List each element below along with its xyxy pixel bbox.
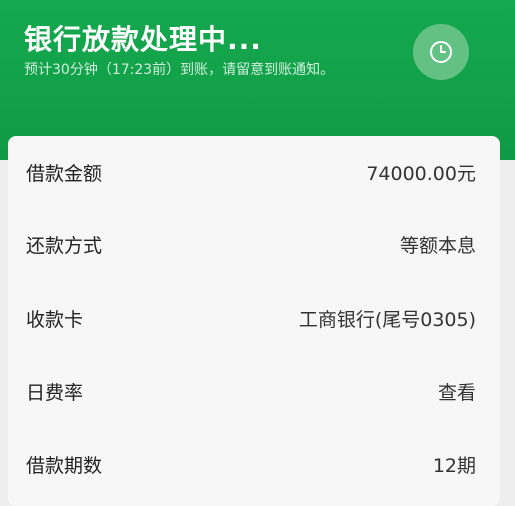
receiving-card-label: 收款卡 (26, 308, 84, 331)
loan-details-card: 借款金额 74000.00元 还款方式 等额本息 收款卡 工商银行(尾号0305… (8, 136, 500, 506)
daily-rate-view-link[interactable]: 查看 (438, 378, 476, 405)
page-title: 银行放款处理中... (24, 23, 262, 56)
loan-amount-row: 借款金额 74000.00元 (26, 152, 476, 192)
loan-amount-label: 借款金额 (26, 162, 103, 185)
daily-rate-row[interactable]: 日费率 查看 (26, 371, 476, 411)
receiving-card-value: 工商银行(尾号0305) (298, 308, 476, 331)
repayment-method-label: 还款方式 (26, 234, 103, 257)
clock-icon (413, 24, 469, 80)
loan-term-value: 12期 (432, 454, 476, 477)
arrival-notice: 预计30分钟（17:23前）到账，请留意到账通知。 (24, 62, 335, 78)
repayment-method-value: 等额本息 (399, 234, 476, 257)
daily-rate-label: 日费率 (26, 381, 84, 404)
repayment-method-row: 还款方式 等额本息 (26, 224, 476, 264)
loan-amount-value: 74000.00元 (366, 162, 476, 185)
receiving-card-row: 收款卡 工商银行(尾号0305) (26, 298, 476, 338)
loan-term-label: 借款期数 (26, 454, 103, 477)
loan-term-row: 借款期数 12期 (26, 444, 476, 484)
